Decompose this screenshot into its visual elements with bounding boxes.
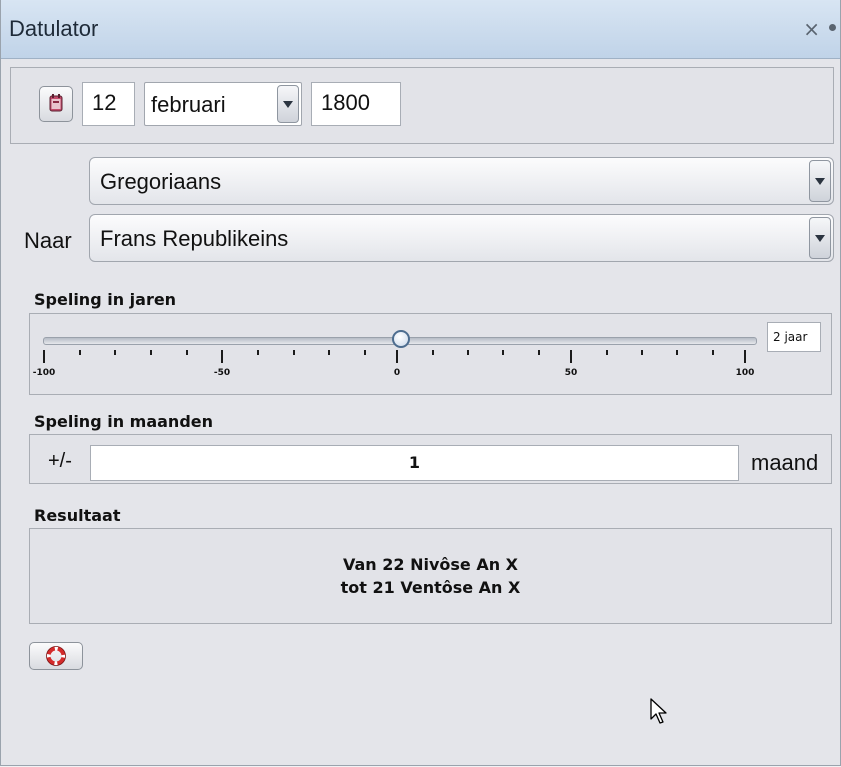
window-title: Datulator bbox=[9, 16, 99, 41]
month-select-value: februari bbox=[151, 92, 226, 117]
mouse-cursor-icon bbox=[650, 698, 667, 724]
tick-label-50: 50 bbox=[564, 368, 578, 378]
tick-label-minus-50: -50 bbox=[213, 368, 231, 378]
datulator-window: Datulator × 12 februari 1800 Gregoriaans… bbox=[0, 0, 841, 766]
title-bar: Datulator × bbox=[1, 0, 840, 59]
to-calendar-select[interactable]: Frans Republikeins bbox=[89, 214, 834, 262]
result-panel: Van 22 Nivôse An X tot 21 Ventôse An X bbox=[29, 528, 832, 624]
chevron-down-icon[interactable] bbox=[277, 85, 299, 123]
tick-label-100: 100 bbox=[735, 368, 755, 378]
close-icon[interactable]: × bbox=[803, 17, 820, 41]
calendar-icon bbox=[49, 94, 63, 112]
tick-label-minus-100: -100 bbox=[32, 368, 56, 378]
from-calendar-select[interactable]: Gregoriaans bbox=[89, 157, 834, 205]
chevron-down-icon[interactable] bbox=[809, 217, 831, 259]
result-line-1: Van 22 Nivôse An X bbox=[342, 555, 519, 574]
months-prefix: +/- bbox=[48, 450, 72, 472]
result-label: Resultaat bbox=[34, 506, 121, 525]
day-input[interactable]: 12 bbox=[82, 82, 135, 126]
year-input[interactable]: 1800 bbox=[311, 82, 401, 126]
lifebuoy-icon bbox=[46, 646, 66, 666]
tick-label-0: 0 bbox=[393, 368, 401, 378]
years-slack-label: Speling in jaren bbox=[34, 290, 177, 309]
result-line-2: tot 21 Ventôse An X bbox=[340, 578, 521, 597]
to-calendar-value: Frans Republikeins bbox=[100, 226, 289, 251]
slider-thumb[interactable] bbox=[392, 330, 410, 348]
help-button[interactable] bbox=[29, 642, 83, 670]
months-slack-label: Speling in maanden bbox=[34, 412, 214, 431]
menu-dot-icon[interactable] bbox=[829, 24, 836, 31]
month-select[interactable]: februari bbox=[144, 82, 302, 126]
chevron-down-icon[interactable] bbox=[809, 160, 831, 202]
to-label: Naar bbox=[24, 228, 72, 253]
from-calendar-value: Gregoriaans bbox=[100, 169, 222, 194]
years-slider[interactable] bbox=[39, 328, 759, 358]
months-unit: maand bbox=[751, 450, 819, 475]
months-slack-input[interactable]: 1 bbox=[90, 445, 739, 481]
years-slack-value: 2 jaar bbox=[767, 322, 821, 352]
calendar-button[interactable] bbox=[39, 86, 73, 122]
